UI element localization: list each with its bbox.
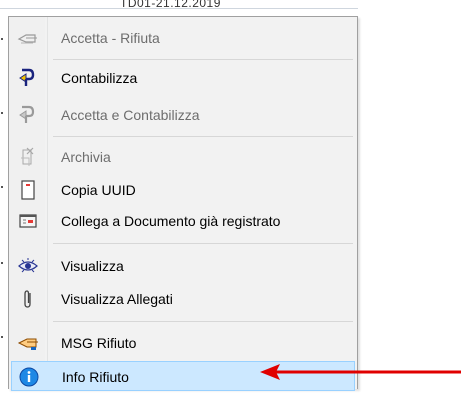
background-window-strip: TD01-21.12.2019 (0, 0, 463, 14)
info-icon (18, 366, 40, 388)
menu-separator (53, 243, 353, 244)
menu-item-label: Contabilizza (61, 70, 138, 86)
menu-item-collega-documento[interactable]: Collega a Documento già registrato (11, 206, 355, 236)
menu-item-msg-rifiuto[interactable]: MSG Rifiuto (11, 328, 355, 358)
hand-pointing-left-outline-icon (17, 27, 39, 49)
hand-pointing-left-icon (17, 332, 39, 354)
menu-separator (53, 59, 353, 60)
menu-item-contabilizza[interactable]: Contabilizza (11, 63, 355, 93)
menu-separator (53, 321, 353, 322)
menu-item-label: Accetta e Contabilizza (61, 107, 200, 123)
menu-item-visualizza-allegati[interactable]: Visualizza Allegati (11, 284, 355, 314)
archive-icon (17, 146, 39, 168)
menu-item-label: Collega a Documento già registrato (61, 213, 281, 229)
ledger-arrow-icon (17, 67, 39, 89)
menu-separator (53, 136, 353, 137)
context-menu: Accetta - Rifiuta Contabilizza Accetta e… (8, 16, 358, 391)
eye-icon (17, 255, 39, 277)
background-left-edge (0, 0, 6, 389)
menu-item-label: Archivia (61, 149, 111, 165)
paperclip-icon (17, 288, 39, 310)
menu-item-label: Info Rifiuto (62, 369, 129, 385)
menu-item-label: Visualizza (61, 258, 124, 274)
red-document-icon (17, 179, 39, 201)
menu-item-archivia[interactable]: Archivia (11, 142, 355, 172)
menu-item-accetta-e-contabilizza[interactable]: Accetta e Contabilizza (11, 100, 355, 130)
background-divider (0, 8, 358, 9)
menu-item-label: Copia UUID (61, 182, 136, 198)
annotation-arrow-icon (260, 364, 461, 380)
menu-item-accetta-rifiuta[interactable]: Accetta - Rifiuta (11, 23, 355, 53)
ledger-arrow-icon (17, 104, 39, 126)
menu-item-label: Accetta - Rifiuta (61, 30, 160, 46)
menu-item-label: MSG Rifiuto (61, 335, 137, 351)
menu-item-visualizza[interactable]: Visualizza (11, 251, 355, 281)
menu-item-copia-uuid[interactable]: Copia UUID (11, 175, 355, 205)
menu-item-label: Visualizza Allegati (61, 291, 173, 307)
link-document-icon (17, 210, 39, 232)
